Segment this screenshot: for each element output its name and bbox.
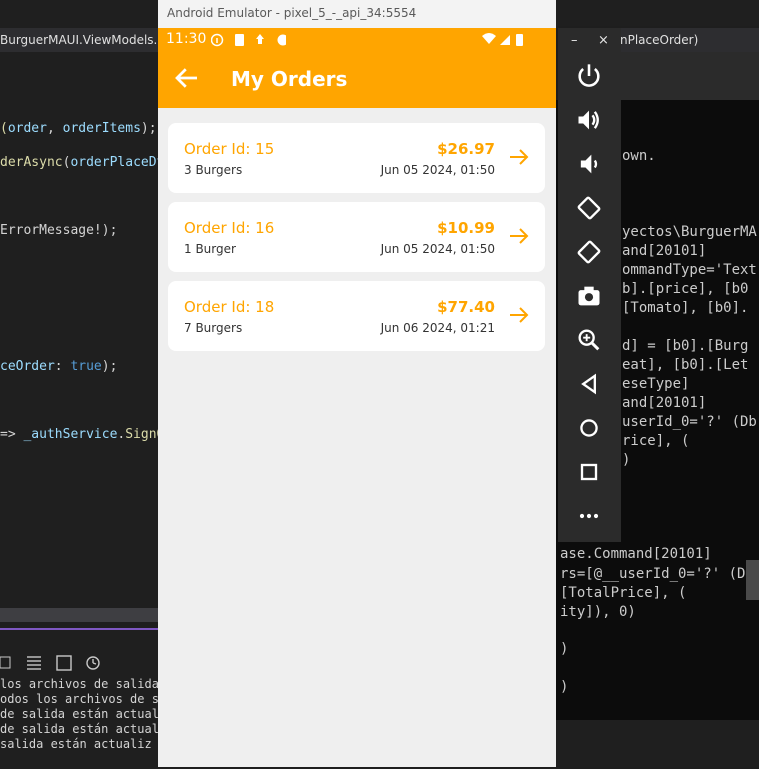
editor-tab[interactable]: BurguerMAUI.ViewModels.Car [0,28,160,52]
console-line: d] = [b0].[Burg [622,338,749,354]
arrow-right-icon[interactable] [507,145,531,169]
output-line: odos los archivos de sa [0,692,167,706]
app-bar: My Orders [158,52,556,108]
console-line: [Tomato], [b0]. [622,300,749,316]
battery-icon [516,34,523,46]
order-total: $10.99 [437,219,495,237]
more-options-icon[interactable] [575,502,603,530]
output-toolbar-icons[interactable] [0,652,160,674]
console-line: [TotalPrice], ( [560,585,687,601]
console-line: ity]), 0) [560,604,636,620]
signal-icon [500,35,510,45]
zoom-icon[interactable] [575,326,603,354]
minimize-button[interactable]: – [571,33,578,48]
rotate-left-icon[interactable] [575,194,603,222]
order-id: Order Id: 15 [184,140,275,158]
code-line: ceOrder: true); [0,359,118,374]
volume-up-icon[interactable] [575,106,603,134]
console-header [620,52,759,100]
code-editor[interactable]: (order, orderItems); derAsync(orderPlace… [0,0,172,610]
word-wrap-icon[interactable] [27,656,41,670]
order-id: Order Id: 16 [184,219,275,237]
console-line: eat], [b0].[Let [622,357,749,373]
output-line: de salida están actual [0,707,159,721]
console-line: b].[price], [b0 [622,281,749,297]
volume-down-icon[interactable] [575,150,603,178]
output-toolbar [0,652,160,674]
code-line: derAsync(orderPlaceDto [0,155,173,170]
status-time: 11:30 [166,31,207,47]
console-line: ase.Command[20101] [560,546,712,562]
console-line: and[20101] [622,395,707,411]
close-button[interactable]: × [598,33,609,48]
status-bar: 11:30 [158,28,556,52]
back-arrow-icon[interactable] [172,63,202,93]
system-icons [482,33,523,46]
order-items: 3 Burgers [184,163,243,177]
back-triangle-icon[interactable] [575,370,603,398]
horizontal-scrollbar[interactable] [0,608,160,622]
console-line: eseType] [622,376,690,392]
order-card[interactable]: Order Id: 18 7 Burgers $77.40 Jun 06 202… [168,281,545,351]
console-line: ) [560,679,569,695]
order-id: Order Id: 18 [184,298,275,316]
emulator-title: Android Emulator - pixel_5_-_api_34:5554 [167,6,417,20]
overview-square-icon[interactable] [575,458,603,486]
phone-screen: 11:30 My Orders Order Id: 15 3 Burgers $… [158,28,556,767]
toggle-wrap-icon[interactable] [56,655,72,671]
clear-icon[interactable] [0,656,11,669]
arrow-right-icon[interactable] [507,303,531,327]
download-icon [256,34,264,44]
console-line: rs=[@__userId_0='?' (Db [560,566,754,582]
arrow-right-icon[interactable] [507,224,531,248]
sync-icon [277,34,286,46]
wifi-icon [482,33,496,44]
console-footer [556,720,759,767]
output-line: los archivos de salida [0,677,159,691]
method-dropdown[interactable]: nPlaceOrder) [620,28,759,52]
power-icon[interactable] [575,62,603,90]
console-scrollbar[interactable] [746,560,759,600]
code-line: ErrorMessage!); [0,223,118,238]
order-total: $77.40 [437,298,495,316]
console-line: userId_0='?' (Db [622,414,757,430]
rotate-right-icon[interactable] [575,238,603,266]
order-items: 7 Burgers [184,321,243,335]
console-line: ) [622,452,631,468]
method-dropdown-label: nPlaceOrder) [620,33,699,47]
console-line: yectos\BurguerMA [622,224,757,240]
home-circle-icon[interactable] [575,414,603,442]
camera-icon[interactable] [575,282,603,310]
output-line: de salida están actual [0,722,159,736]
code-line: => _authService.SignOu [0,427,173,442]
emulator-toolbar: – × [558,28,621,542]
order-date: Jun 05 2024, 01:50 [380,163,495,177]
code-line: (order, orderItems); [0,121,157,136]
notification-icons [211,33,286,47]
order-date: Jun 05 2024, 01:50 [380,242,495,256]
console-line: own. [622,148,656,164]
order-date: Jun 06 2024, 01:21 [380,321,495,335]
console-line: ) [560,641,569,657]
order-total: $26.97 [437,140,495,158]
console-line: rice], ( [622,433,690,449]
sd-card-icon [235,34,244,46]
order-card[interactable]: Order Id: 15 3 Burgers $26.97 Jun 05 202… [168,123,545,193]
emulator-titlebar[interactable]: Android Emulator - pixel_5_-_api_34:5554 [158,0,556,28]
page-title: My Orders [231,67,348,91]
console-line: ommandType='Text [622,262,757,278]
output-line: salida están actualiz [0,737,152,751]
editor-tab-label: BurguerMAUI.ViewModels.Car [0,33,160,47]
console-line: and[20101] [622,243,707,259]
order-card[interactable]: Order Id: 16 1 Burger $10.99 Jun 05 2024… [168,202,545,272]
order-items: 1 Burger [184,242,236,256]
